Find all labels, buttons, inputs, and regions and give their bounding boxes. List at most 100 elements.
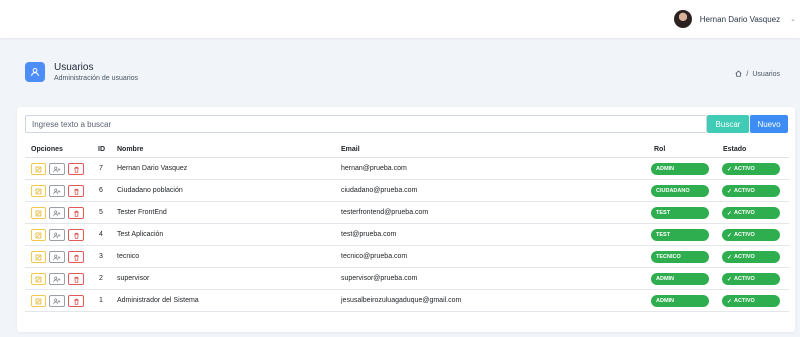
user-name[interactable]: Hernan Dario Vasquez bbox=[700, 15, 780, 24]
cell-id: 4 bbox=[99, 231, 103, 238]
users-card: Buscar Nuevo Opciones ID Nombre Email Ro… bbox=[17, 107, 795, 332]
page-header: Usuarios Administración de usuarios / Us… bbox=[0, 38, 800, 100]
delete-icon[interactable] bbox=[68, 163, 84, 175]
delete-icon[interactable] bbox=[68, 207, 84, 219]
user-icon bbox=[25, 62, 45, 82]
check-icon: ✓ bbox=[727, 254, 733, 261]
status-badge: ✓ ACTIVO bbox=[722, 229, 780, 241]
status-badge: ✓ ACTIVO bbox=[722, 185, 780, 197]
status-badge: ✓ ACTIVO bbox=[722, 251, 780, 263]
delete-icon[interactable] bbox=[68, 185, 84, 197]
edit-icon[interactable] bbox=[31, 229, 46, 241]
check-icon: ✓ bbox=[727, 210, 733, 217]
edit-icon[interactable] bbox=[31, 163, 46, 175]
search-button[interactable]: Buscar bbox=[707, 115, 749, 133]
cell-email: supervisor@prueba.com bbox=[341, 275, 418, 282]
page-title: Usuarios bbox=[54, 62, 94, 73]
search-input[interactable] bbox=[25, 115, 707, 133]
cell-nombre: Tester FrontEnd bbox=[117, 209, 167, 216]
assign-role-icon[interactable] bbox=[49, 185, 65, 197]
column-header-rol: Rol bbox=[654, 146, 666, 153]
assign-role-icon[interactable] bbox=[49, 163, 65, 175]
assign-role-icon[interactable] bbox=[49, 229, 65, 241]
chevron-down-icon[interactable]: ⌄ bbox=[790, 15, 796, 23]
assign-role-icon[interactable] bbox=[49, 273, 65, 285]
cell-nombre: Administrador del Sistema bbox=[117, 297, 199, 304]
check-icon: ✓ bbox=[727, 232, 733, 239]
delete-icon[interactable] bbox=[68, 251, 84, 263]
column-header-id: ID bbox=[98, 146, 105, 153]
table-row: 3 tecnico tecnico@prueba.com TECNICO ✓ ACTIVO bbox=[25, 246, 789, 268]
cell-id: 6 bbox=[99, 187, 103, 194]
cell-email: test@prueba.com bbox=[341, 231, 397, 238]
status-label: ACTIVO bbox=[734, 276, 755, 282]
cell-id: 1 bbox=[99, 297, 103, 304]
cell-email: tecnico@prueba.com bbox=[341, 253, 408, 260]
home-icon[interactable] bbox=[735, 70, 742, 79]
table-header: Opciones ID Nombre Email Rol Estado bbox=[25, 143, 789, 158]
status-label: ACTIVO bbox=[734, 232, 755, 238]
role-badge: TEST bbox=[651, 229, 709, 241]
edit-icon[interactable] bbox=[31, 251, 46, 263]
cell-nombre: Test Aplicación bbox=[117, 231, 164, 238]
role-badge: TEST bbox=[651, 207, 709, 219]
cell-id: 2 bbox=[99, 275, 103, 282]
cell-nombre: supervisor bbox=[117, 275, 150, 282]
breadcrumb: / Usuarios bbox=[735, 70, 780, 79]
cell-nombre: tecnico bbox=[117, 253, 140, 260]
status-label: ACTIVO bbox=[734, 188, 755, 194]
cell-id: 3 bbox=[99, 253, 103, 260]
role-badge: ADMIN bbox=[651, 273, 709, 285]
role-badge: ADMIN bbox=[651, 163, 709, 175]
status-badge: ✓ ACTIVO bbox=[722, 207, 780, 219]
edit-icon[interactable] bbox=[31, 207, 46, 219]
cell-nombre: Ciudadano población bbox=[117, 187, 183, 194]
delete-icon[interactable] bbox=[68, 273, 84, 285]
check-icon: ✓ bbox=[727, 166, 733, 173]
table-row: 2 supervisor supervisor@prueba.com ADMIN ✓ AC… bbox=[25, 268, 789, 290]
cell-email: testerfrontend@prueba.com bbox=[341, 209, 429, 216]
status-badge: ✓ ACTIVO bbox=[722, 295, 780, 307]
edit-icon[interactable] bbox=[31, 273, 46, 285]
check-icon: ✓ bbox=[727, 298, 733, 305]
edit-icon[interactable] bbox=[31, 185, 46, 197]
column-header-opciones: Opciones bbox=[31, 146, 63, 153]
table-row: 1 Administrador del Sistema jesusalbeirozu… bbox=[25, 290, 789, 312]
assign-role-icon[interactable] bbox=[49, 207, 65, 219]
cell-email: jesusalbeirozuluagaduque@gmail.com bbox=[341, 297, 462, 304]
cell-email: hernan@prueba.com bbox=[341, 165, 407, 172]
breadcrumb-current: Usuarios bbox=[752, 71, 780, 78]
status-badge: ✓ ACTIVO bbox=[722, 163, 780, 175]
status-label: ACTIVO bbox=[734, 254, 755, 260]
role-badge: TECNICO bbox=[651, 251, 709, 263]
check-icon: ✓ bbox=[727, 188, 733, 195]
status-label: ACTIVO bbox=[734, 166, 755, 172]
table-row: 7 Hernan Dario Vasquez hernan@prueba.com AD… bbox=[25, 158, 789, 180]
check-icon: ✓ bbox=[727, 276, 733, 283]
column-header-estado: Estado bbox=[723, 146, 747, 153]
table-row: 4 Test Aplicación test@prueba.com TEST ✓ ACTI… bbox=[25, 224, 789, 246]
user-menu[interactable]: Hernan Dario Vasquez ⌄ bbox=[673, 0, 800, 38]
role-badge: ADMIN bbox=[651, 295, 709, 307]
table-row: 6 Ciudadano población ciudadano@prueba.com… bbox=[25, 180, 789, 202]
cell-nombre: Hernan Dario Vasquez bbox=[117, 165, 188, 172]
top-navbar: Hernan Dario Vasquez ⌄ bbox=[0, 0, 800, 38]
breadcrumb-separator: / bbox=[746, 71, 749, 78]
cell-id: 7 bbox=[99, 165, 103, 172]
column-header-nombre: Nombre bbox=[117, 146, 144, 153]
assign-role-icon[interactable] bbox=[49, 295, 65, 307]
new-user-button[interactable]: Nuevo bbox=[750, 115, 788, 133]
assign-role-icon[interactable] bbox=[49, 251, 65, 263]
avatar[interactable] bbox=[673, 10, 692, 28]
page-subtitle: Administración de usuarios bbox=[54, 75, 139, 82]
delete-icon[interactable] bbox=[68, 295, 84, 307]
edit-icon[interactable] bbox=[31, 295, 46, 307]
status-label: ACTIVO bbox=[734, 298, 755, 304]
table-row: 5 Tester FrontEnd testerfrontend@prueba.co… bbox=[25, 202, 789, 224]
delete-icon[interactable] bbox=[68, 229, 84, 241]
role-badge: CIUDADANO bbox=[651, 185, 709, 197]
status-label: ACTIVO bbox=[734, 210, 755, 216]
column-header-email: Email bbox=[341, 146, 360, 153]
cell-email: ciudadano@prueba.com bbox=[341, 187, 418, 194]
status-badge: ✓ ACTIVO bbox=[722, 273, 780, 285]
